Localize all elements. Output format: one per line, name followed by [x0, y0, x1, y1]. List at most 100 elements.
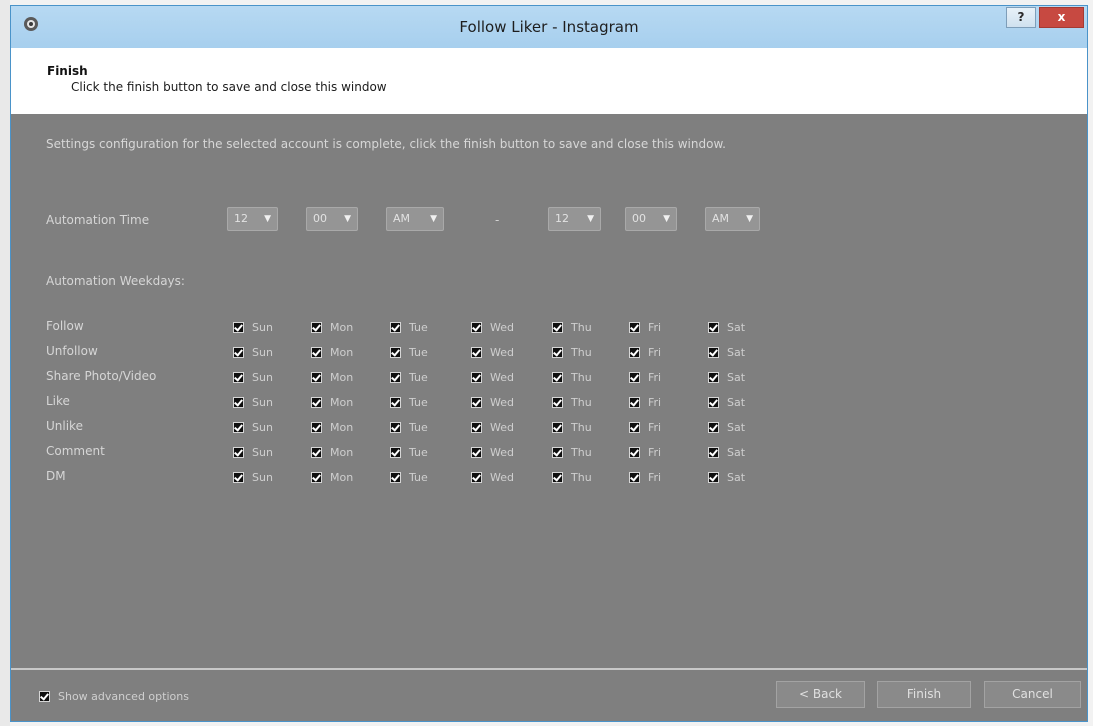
checkbox-mon[interactable]: Mon	[311, 471, 353, 485]
checkbox-sun[interactable]: Sun	[233, 446, 273, 460]
wizard-window: Follow Liker - Instagram ? x Finish Clic…	[10, 5, 1088, 722]
check-icon	[471, 397, 482, 408]
checkbox-fri[interactable]: Fri	[629, 396, 661, 410]
show-advanced-label: Show advanced options	[58, 690, 189, 703]
check-icon	[629, 472, 640, 483]
wizard-header: Finish Click the finish button to save a…	[11, 48, 1087, 114]
checkbox-sun[interactable]: Sun	[233, 421, 273, 435]
check-icon	[233, 447, 244, 458]
checkbox-fri[interactable]: Fri	[629, 321, 661, 335]
checkbox-mon[interactable]: Mon	[311, 321, 353, 335]
checkbox-fri[interactable]: Fri	[629, 371, 661, 385]
checkbox-fri[interactable]: Fri	[629, 421, 661, 435]
checkbox-sat[interactable]: Sat	[708, 346, 745, 360]
check-icon	[311, 472, 322, 483]
checkbox-sat[interactable]: Sat	[708, 446, 745, 460]
checkbox-sun[interactable]: Sun	[233, 321, 273, 335]
checkbox-tue[interactable]: Tue	[390, 371, 428, 385]
window-title: Follow Liker - Instagram	[459, 18, 639, 36]
start-ampm-dropdown[interactable]: AM ▼	[386, 207, 444, 231]
end-minute-dropdown[interactable]: 00 ▼	[625, 207, 677, 231]
checkbox-sat[interactable]: Sat	[708, 421, 745, 435]
close-button[interactable]: x	[1039, 7, 1084, 28]
check-icon	[708, 422, 719, 433]
check-icon	[471, 422, 482, 433]
weekday-row-unlike: Unlike Sun Mon Tue Wed Thu Fri Sat	[11, 419, 1087, 437]
show-advanced-checkbox[interactable]: Show advanced options	[39, 690, 189, 704]
checkbox-tue[interactable]: Tue	[390, 471, 428, 485]
row-label: Comment	[46, 444, 105, 458]
check-icon	[629, 447, 640, 458]
checkbox-sat[interactable]: Sat	[708, 321, 745, 335]
check-icon	[552, 472, 563, 483]
step-title: Finish	[47, 64, 88, 78]
checkbox-tue[interactable]: Tue	[390, 421, 428, 435]
checkbox-thu[interactable]: Thu	[552, 346, 592, 360]
checkbox-mon[interactable]: Mon	[311, 421, 353, 435]
checkbox-sat[interactable]: Sat	[708, 371, 745, 385]
checkbox-sun[interactable]: Sun	[233, 396, 273, 410]
checkbox-tue[interactable]: Tue	[390, 346, 428, 360]
start-hour-dropdown[interactable]: 12 ▼	[227, 207, 278, 231]
checkbox-mon[interactable]: Mon	[311, 446, 353, 460]
check-icon	[390, 447, 401, 458]
checkbox-sun[interactable]: Sun	[233, 346, 273, 360]
start-minute-dropdown[interactable]: 00 ▼	[306, 207, 358, 231]
weekday-row-like: Like Sun Mon Tue Wed Thu Fri Sat	[11, 394, 1087, 412]
checkbox-wed[interactable]: Wed	[471, 321, 514, 335]
back-button[interactable]: < Back	[776, 681, 865, 708]
chevron-down-icon: ▼	[587, 214, 594, 224]
step-subtitle: Click the finish button to save and clos…	[71, 80, 387, 94]
checkbox-sat[interactable]: Sat	[708, 396, 745, 410]
cancel-button[interactable]: Cancel	[984, 681, 1081, 708]
check-icon	[552, 347, 563, 358]
check-icon	[311, 322, 322, 333]
end-hour-dropdown[interactable]: 12 ▼	[548, 207, 601, 231]
checkbox-thu[interactable]: Thu	[552, 321, 592, 335]
help-button[interactable]: ?	[1006, 7, 1036, 28]
check-icon	[311, 372, 322, 383]
check-icon	[629, 422, 640, 433]
checkbox-fri[interactable]: Fri	[629, 446, 661, 460]
finish-button[interactable]: Finish	[877, 681, 971, 708]
check-icon	[233, 397, 244, 408]
row-label: Unlike	[46, 419, 83, 433]
checkbox-sat[interactable]: Sat	[708, 471, 745, 485]
weekday-row-unfollow: Unfollow Sun Mon Tue Wed Thu Fri Sat	[11, 344, 1087, 362]
checkbox-wed[interactable]: Wed	[471, 471, 514, 485]
intro-text: Settings configuration for the selected …	[46, 137, 726, 151]
checkbox-sun[interactable]: Sun	[233, 371, 273, 385]
row-label: Unfollow	[46, 344, 98, 358]
title-bar[interactable]: Follow Liker - Instagram ? x	[11, 6, 1087, 48]
check-icon	[390, 472, 401, 483]
checkbox-thu[interactable]: Thu	[552, 446, 592, 460]
checkbox-wed[interactable]: Wed	[471, 446, 514, 460]
end-ampm-dropdown[interactable]: AM ▼	[705, 207, 760, 231]
checkbox-tue[interactable]: Tue	[390, 446, 428, 460]
check-icon	[552, 447, 563, 458]
checkbox-thu[interactable]: Thu	[552, 396, 592, 410]
checkbox-wed[interactable]: Wed	[471, 421, 514, 435]
checkbox-fri[interactable]: Fri	[629, 471, 661, 485]
checkbox-mon[interactable]: Mon	[311, 346, 353, 360]
check-icon	[233, 422, 244, 433]
checkbox-wed[interactable]: Wed	[471, 371, 514, 385]
checkbox-fri[interactable]: Fri	[629, 346, 661, 360]
check-icon	[708, 347, 719, 358]
check-icon	[629, 372, 640, 383]
check-icon	[390, 422, 401, 433]
checkbox-mon[interactable]: Mon	[311, 396, 353, 410]
checkbox-wed[interactable]: Wed	[471, 396, 514, 410]
checkbox-thu[interactable]: Thu	[552, 371, 592, 385]
checkbox-tue[interactable]: Tue	[390, 321, 428, 335]
check-icon	[311, 397, 322, 408]
check-icon	[390, 372, 401, 383]
checkbox-sun[interactable]: Sun	[233, 471, 273, 485]
checkbox-thu[interactable]: Thu	[552, 471, 592, 485]
checkbox-thu[interactable]: Thu	[552, 421, 592, 435]
checkbox-mon[interactable]: Mon	[311, 371, 353, 385]
check-icon	[552, 322, 563, 333]
checkbox-wed[interactable]: Wed	[471, 346, 514, 360]
row-label: Follow	[46, 319, 84, 333]
checkbox-tue[interactable]: Tue	[390, 396, 428, 410]
